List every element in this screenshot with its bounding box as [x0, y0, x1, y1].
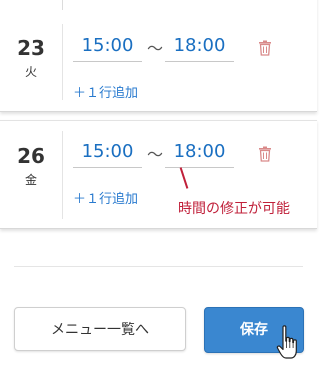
day-number: 26 [17, 144, 45, 168]
card-divider [62, 131, 63, 219]
weekday-label: 火 [24, 65, 37, 79]
day-number: 23 [17, 36, 45, 60]
date-block: 23 火 [0, 37, 62, 80]
footer-separator [14, 266, 303, 267]
card-divider [62, 24, 63, 100]
start-time-input[interactable]: 15:00 [73, 31, 142, 62]
trash-icon[interactable] [258, 146, 272, 162]
annotation-text: 時間の修正が可能 [178, 201, 290, 217]
top-divider-stub [62, 0, 63, 10]
time-range-separator: ～ [147, 145, 164, 164]
day-card-23: 23 火 15:00 ～ 18:00 ＋１行追加 [0, 0, 317, 112]
time-range-separator: ～ [147, 39, 164, 58]
menu-list-button[interactable]: メニュー一覧へ [14, 307, 186, 351]
date-block: 26 金 [0, 145, 62, 188]
hand-pointer-icon [276, 325, 297, 359]
end-time-input[interactable]: 18:00 [165, 137, 234, 168]
add-slot-link[interactable]: ＋１行追加 [73, 82, 138, 101]
end-time-input[interactable]: 18:00 [165, 31, 234, 62]
weekday-label: 金 [24, 173, 37, 187]
add-slot-link[interactable]: ＋１行追加 [73, 188, 138, 207]
start-time-input[interactable]: 15:00 [73, 137, 142, 168]
trash-icon[interactable] [258, 40, 272, 56]
